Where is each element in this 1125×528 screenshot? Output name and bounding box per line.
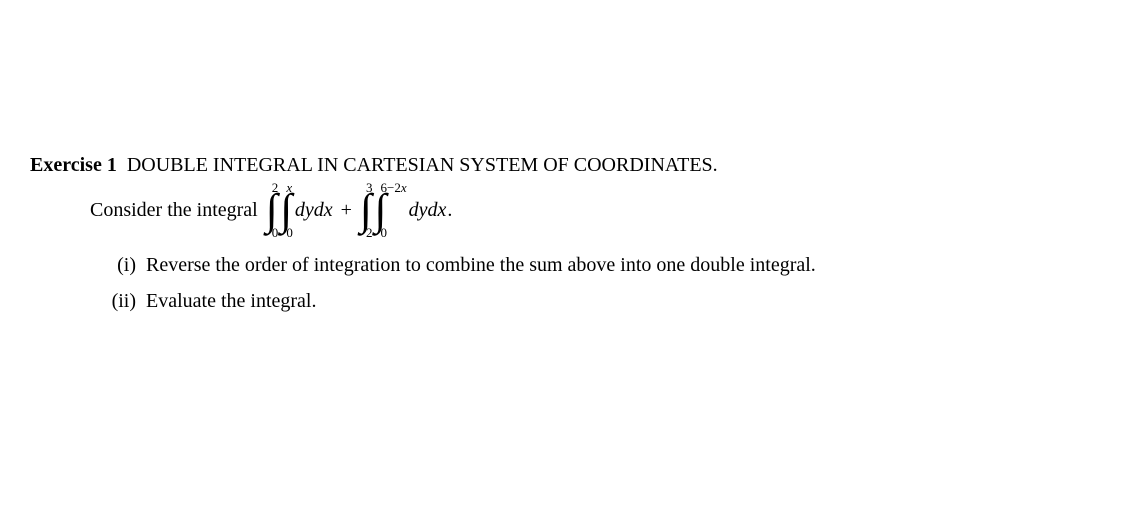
integral-2-outer-lower: 2 [366,226,373,239]
integral-2-inner: ∫ 6−2x 0 [374,188,408,232]
integrand-1: dydx [295,195,333,225]
exercise-title: DOUBLE INTEGRAL IN CARTESIAN SYSTEM OF C… [122,154,718,176]
integral-1-outer-lower: 0 [272,226,279,239]
consider-line: Consider the integral ∫ 2 0 ∫ x 0 dydx +… [30,188,1095,232]
integral-2-outer: ∫ 3 2 [360,188,375,232]
integral-2-inner-lower: 0 [381,226,407,239]
list-item: (ii) Evaluate the integral. [110,286,1095,316]
expression-terminator: . [447,195,452,225]
list-item: (i) Reverse the order of integration to … [110,250,1095,280]
consider-prefix: Consider the integral [90,195,258,225]
math-expression: ∫ 2 0 ∫ x 0 dydx + ∫ 3 2 ∫ 6−2x [266,188,453,232]
plus-sign: + [341,195,352,225]
exercise-title-text: DOUBLE INTEGRAL IN CARTESIAN SYSTEM OF C… [127,154,718,176]
integral-2-outer-upper: 3 [366,181,373,194]
item-text-2: Evaluate the integral. [146,286,1095,316]
integral-1-inner-upper: x [286,181,293,194]
item-text-1: Reverse the order of integration to comb… [146,250,1095,280]
integral-2-inner-upper: 6−2x [381,181,407,194]
integral-1-inner-lower: 0 [286,226,293,239]
item-marker-2: (ii) [110,286,146,316]
exercise-header: Exercise 1 DOUBLE INTEGRAL IN CARTESIAN … [30,150,1095,180]
exercise-label: Exercise 1 [30,154,117,176]
integral-1-outer-upper: 2 [272,181,279,194]
integrand-2: dydx [409,195,447,225]
integral-1-outer: ∫ 2 0 [266,188,281,232]
items-list: (i) Reverse the order of integration to … [30,250,1095,316]
item-marker-1: (i) [110,250,146,280]
integral-1-inner: ∫ x 0 [280,188,295,232]
